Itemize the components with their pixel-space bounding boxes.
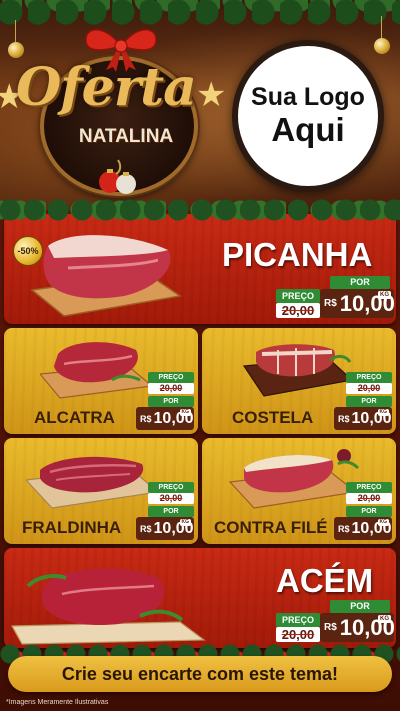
product-name: COSTELA	[232, 408, 314, 427]
price-tag: PREÇO 20,00 POR R$ 10,00 KG	[136, 482, 194, 540]
por-label: POR	[148, 396, 194, 407]
old-price: 20,00	[276, 627, 320, 642]
new-price: R$ 10,00 KG	[320, 613, 395, 642]
unit-badge: KG	[179, 409, 191, 416]
new-price: R$ 10,00 KG	[334, 407, 392, 430]
new-price: R$ 10,00 KG	[334, 517, 392, 540]
cta-banner[interactable]: Crie seu encarte com este tema!	[8, 656, 392, 692]
por-label: POR	[346, 506, 392, 517]
pine-garland-divider	[0, 198, 400, 224]
header-banner: ★ ★ Oferta NATALINA Sua Logo Aqui	[0, 0, 400, 210]
por-label: POR	[148, 506, 194, 517]
christmas-baubles-icon	[99, 159, 136, 194]
currency-symbol: R$	[324, 622, 337, 633]
product-card-picanha[interactable]: -50% PICANHA POR PREÇO 20,00 R$ 10,00 KG	[4, 214, 396, 324]
old-price: 20,00	[148, 383, 194, 394]
badge-title: Oferta	[16, 57, 197, 118]
new-price: R$ 10,00 KG	[136, 517, 194, 540]
unit-badge: KG	[179, 519, 191, 526]
product-card-costela[interactable]: COSTELA PREÇO 20,00 POR R$ 10,00 KG	[202, 328, 396, 434]
logo-placeholder[interactable]: Sua Logo Aqui	[232, 40, 384, 192]
old-price: 20,00	[276, 303, 320, 318]
por-label: POR	[330, 276, 390, 289]
product-name: ACÉM	[276, 562, 374, 599]
preco-label: PREÇO	[346, 482, 392, 493]
disclaimer-text: *Imagens Meramente Ilustrativas	[6, 699, 109, 706]
preco-label: PREÇO	[148, 482, 194, 493]
product-card-contra-file[interactable]: CONTRA FILÉ PREÇO 20,00 POR R$ 10,00 KG	[202, 438, 396, 544]
preco-label: PREÇO	[148, 372, 194, 383]
currency-symbol: R$	[338, 413, 350, 424]
old-price: 20,00	[148, 493, 194, 504]
price-tag: PREÇO 20,00 POR R$ 10,00 KG	[136, 372, 194, 430]
product-name: CONTRA FILÉ	[214, 518, 328, 537]
currency-symbol: R$	[140, 413, 152, 424]
preco-label: PREÇO	[276, 289, 320, 303]
new-price: R$ 10,00 KG	[136, 407, 194, 430]
pine-garland-top	[0, 0, 400, 32]
picanha-image	[30, 235, 182, 317]
badge-subtitle: NATALINA	[78, 126, 174, 147]
product-name: FRALDINHA	[22, 518, 122, 537]
unit-badge: KG	[377, 409, 389, 416]
gold-ornament-icon	[374, 16, 390, 54]
price-tag: PREÇO 20,00 POR R$ 10,00 KG	[334, 372, 392, 430]
gold-ornament-icon	[8, 20, 24, 58]
product-card-acem[interactable]: ACÉM POR PREÇO 20,00 R$ 10,00 KG	[4, 548, 396, 648]
product-card-fraldinha[interactable]: FRALDINHA PREÇO 20,00 POR R$ 10,00 KG	[4, 438, 198, 544]
preco-label: PREÇO	[346, 372, 392, 383]
logo-text-line2: Aqui	[271, 110, 345, 148]
preco-label: PREÇO	[276, 613, 320, 627]
price-tag: POR PREÇO 20,00 R$ 10,00 KG	[276, 600, 395, 642]
currency-symbol: R$	[338, 523, 350, 534]
price-tag: PREÇO 20,00 POR R$ 10,00 KG	[334, 482, 392, 540]
old-price: 20,00	[346, 383, 392, 394]
por-label: POR	[346, 396, 392, 407]
currency-symbol: R$	[324, 298, 337, 309]
unit-badge: KG	[377, 519, 389, 526]
unit-badge: KG	[378, 291, 391, 299]
product-card-alcatra[interactable]: ALCATRA PREÇO 20,00 POR R$ 10,00 KG	[4, 328, 198, 434]
product-name: PICANHA	[222, 236, 373, 273]
acem-image	[10, 568, 206, 645]
por-label: POR	[330, 600, 390, 613]
logo-text-line1: Sua Logo	[251, 83, 365, 112]
new-price: R$ 10,00 KG	[320, 289, 395, 318]
product-name: ALCATRA	[34, 408, 115, 427]
currency-symbol: R$	[140, 523, 152, 534]
price-tag: POR PREÇO 20,00 R$ 10,00 KG	[276, 276, 395, 318]
old-price: 20,00	[346, 493, 392, 504]
unit-badge: KG	[378, 615, 391, 623]
